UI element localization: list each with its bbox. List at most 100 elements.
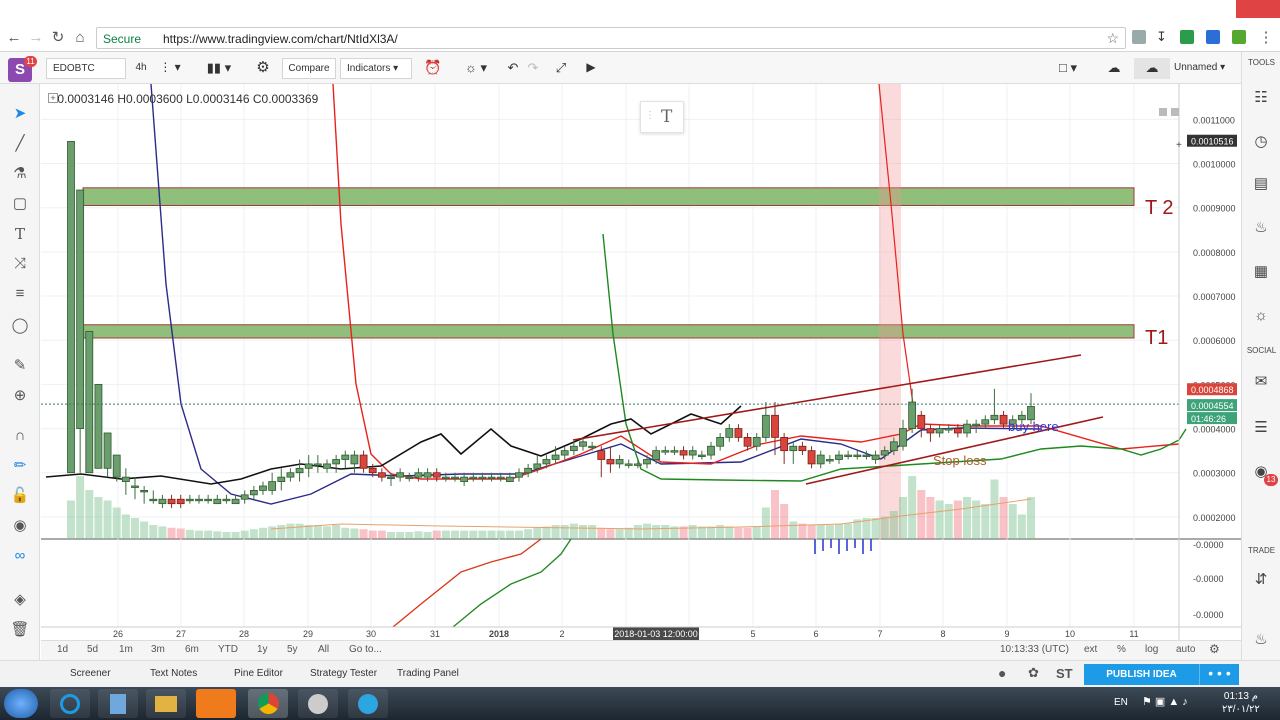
candle-style-icon[interactable]: ▮▮ ▾ [196,58,242,79]
trade-icon[interactable]: ⇵ [1251,570,1271,590]
tab-text-notes[interactable]: Text Notes [150,668,197,679]
extension-icon[interactable] [1132,30,1146,44]
extension-icon[interactable] [1232,30,1246,44]
layers-icon[interactable]: ◈ [10,590,30,610]
extension-icon[interactable] [1206,30,1220,44]
range-5d[interactable]: 5d [87,644,98,655]
back-icon[interactable]: ← [4,28,24,48]
trendline-tool-icon[interactable]: ╱ [10,134,30,154]
fullscreen-icon[interactable]: ⤢ [550,58,572,79]
link-icon[interactable]: ∞ [10,546,30,566]
drag-handle-icon[interactable]: ⋮ [645,110,655,121]
undo-icon[interactable]: ↶ [504,58,522,79]
alert-icon[interactable]: ⏰ [420,58,446,79]
trash-icon[interactable]: 🗑 [10,620,30,640]
reload-icon[interactable]: ↻ [48,28,68,48]
watchlist-icon[interactable]: ☷ [1251,88,1271,108]
interval-selector[interactable]: 4h [128,58,154,79]
twitter-icon[interactable]: ✿ [1028,665,1039,681]
range-all[interactable]: All [318,644,329,655]
tray-icons[interactable]: ⚑ ▣ ▲ ♪ [1142,695,1188,708]
telegram-taskbar-icon[interactable] [348,689,388,718]
rectangle-tool-icon[interactable]: ▢ [10,194,30,214]
indicators-button[interactable]: Indicators ▾ [340,58,412,79]
text-drawing-toolbar[interactable]: ⋮ T [640,101,684,133]
range-5y[interactable]: 5y [287,644,298,655]
range-1y[interactable]: 1y [257,644,268,655]
tab-pine-editor[interactable]: Pine Editor [234,668,283,679]
range-1d[interactable]: 1d [57,644,68,655]
compare-button[interactable]: Compare [282,58,336,79]
utc-clock[interactable]: 10:13:33 (UTC) [1000,644,1069,655]
zoom-in-icon[interactable]: ⊕ [10,386,30,406]
keyboard-language[interactable]: EN [1114,697,1128,708]
idea-lightbulb-icon[interactable]: ☼ ▾ [456,58,496,79]
publish-more-button[interactable]: • • • [1199,664,1239,685]
play-icon[interactable]: ▶ [580,58,602,79]
url-field[interactable]: Secure https://www.tradingview.com/chart… [96,27,1126,49]
download-icon[interactable]: ↧ [1156,30,1170,44]
scale-settings-icon[interactable]: ⚙ [1209,642,1220,656]
settings-gear-icon[interactable]: ⚙ [252,58,274,79]
lock-icon[interactable]: 🔓 [10,486,30,506]
range-6m[interactable]: 6m [185,644,199,655]
calculator-taskbar-icon[interactable] [98,689,138,718]
stay-in-drawing-icon[interactable]: ✏ [10,456,30,476]
app-taskbar-icon[interactable] [298,689,338,718]
data-window-icon[interactable]: ▤ [1251,174,1271,194]
comment-tool-icon[interactable]: ◯ [10,316,30,336]
prediction-tool-icon[interactable]: ≡ [10,284,30,304]
goto-date-button[interactable]: Go to... [349,644,382,655]
ext-toggle[interactable]: ext [1084,644,1097,655]
hotlist-flame-icon[interactable]: ♨ [1251,218,1271,238]
explorer-taskbar-icon[interactable] [146,689,186,718]
uc-browser-taskbar-icon[interactable] [196,689,236,718]
calendar-icon[interactable]: ▦ [1251,262,1271,282]
ie-taskbar-icon[interactable] [50,689,90,718]
auto-toggle[interactable]: auto [1176,644,1195,655]
chat-icon[interactable]: ✉ [1251,372,1271,392]
log-toggle[interactable]: log [1145,644,1158,655]
save-cloud-icon[interactable]: ☁ [1134,58,1170,79]
interval-dropdown-icon[interactable]: ⋮ ▾ [156,58,184,79]
percent-toggle[interactable]: % [1117,644,1126,655]
tab-trading-panel[interactable]: Trading Panel [397,668,459,679]
tab-strategy-tester[interactable]: Strategy Tester [310,668,377,679]
stocktwits-button[interactable]: ST [1056,666,1073,681]
price-chart[interactable]: 0.0011000 0.0010000 0.0009000 0.0008000 0.00… [41,84,1241,640]
cloud-icon[interactable]: ☁ [1096,58,1132,79]
layout-select-icon[interactable]: □ ▾ [1050,58,1086,79]
chrome-taskbar-icon[interactable] [248,689,288,718]
candle-body [560,450,569,456]
range-ytd[interactable]: YTD [218,644,238,655]
start-button[interactable] [4,689,38,718]
snapshot-camera-icon[interactable]: ● [998,665,1006,681]
publish-idea-button[interactable]: PUBLISH IDEA [1084,664,1199,685]
magnet-icon[interactable]: ∩ [10,426,30,446]
window-close-button[interactable] [1236,0,1280,18]
pattern-tool-icon[interactable]: ⤨ [10,254,30,274]
home-icon[interactable]: ⌂ [70,28,90,48]
cursor-icon[interactable]: ➤ [10,104,30,124]
volume-bar [112,507,121,539]
layout-name-dropdown[interactable]: Unnamed ▾ [1174,58,1240,79]
alerts-clock-icon[interactable]: ◷ [1251,132,1271,152]
bookmark-star-icon[interactable]: ☆ [1106,30,1119,47]
pitchfork-tool-icon[interactable]: ⚗ [10,164,30,184]
ruler-tool-icon[interactable]: ✎ [10,356,30,376]
range-3m[interactable]: 3m [151,644,165,655]
symbol-search[interactable]: EDOBTC [46,58,126,79]
taskbar-clock[interactable]: 01:13 م ٢٣/٠١/٢٢ [1222,690,1260,716]
collapse-legend-icon[interactable]: + [48,93,58,103]
forward-icon[interactable]: → [26,28,46,48]
eye-icon[interactable]: ◉ [10,516,30,536]
tab-screener[interactable]: Screener [70,668,111,679]
redo-icon[interactable]: ↷ [524,58,542,79]
help-icon[interactable]: ♨ [1251,630,1271,650]
browser-menu-icon[interactable]: ⋮ [1256,28,1276,48]
text-tool-icon[interactable]: T [10,224,30,244]
range-1m[interactable]: 1m [119,644,133,655]
extension-icon[interactable] [1180,30,1194,44]
messages-icon[interactable]: ☰ [1251,418,1271,438]
ideas-lightbulb-icon[interactable]: ☼ [1251,306,1271,326]
